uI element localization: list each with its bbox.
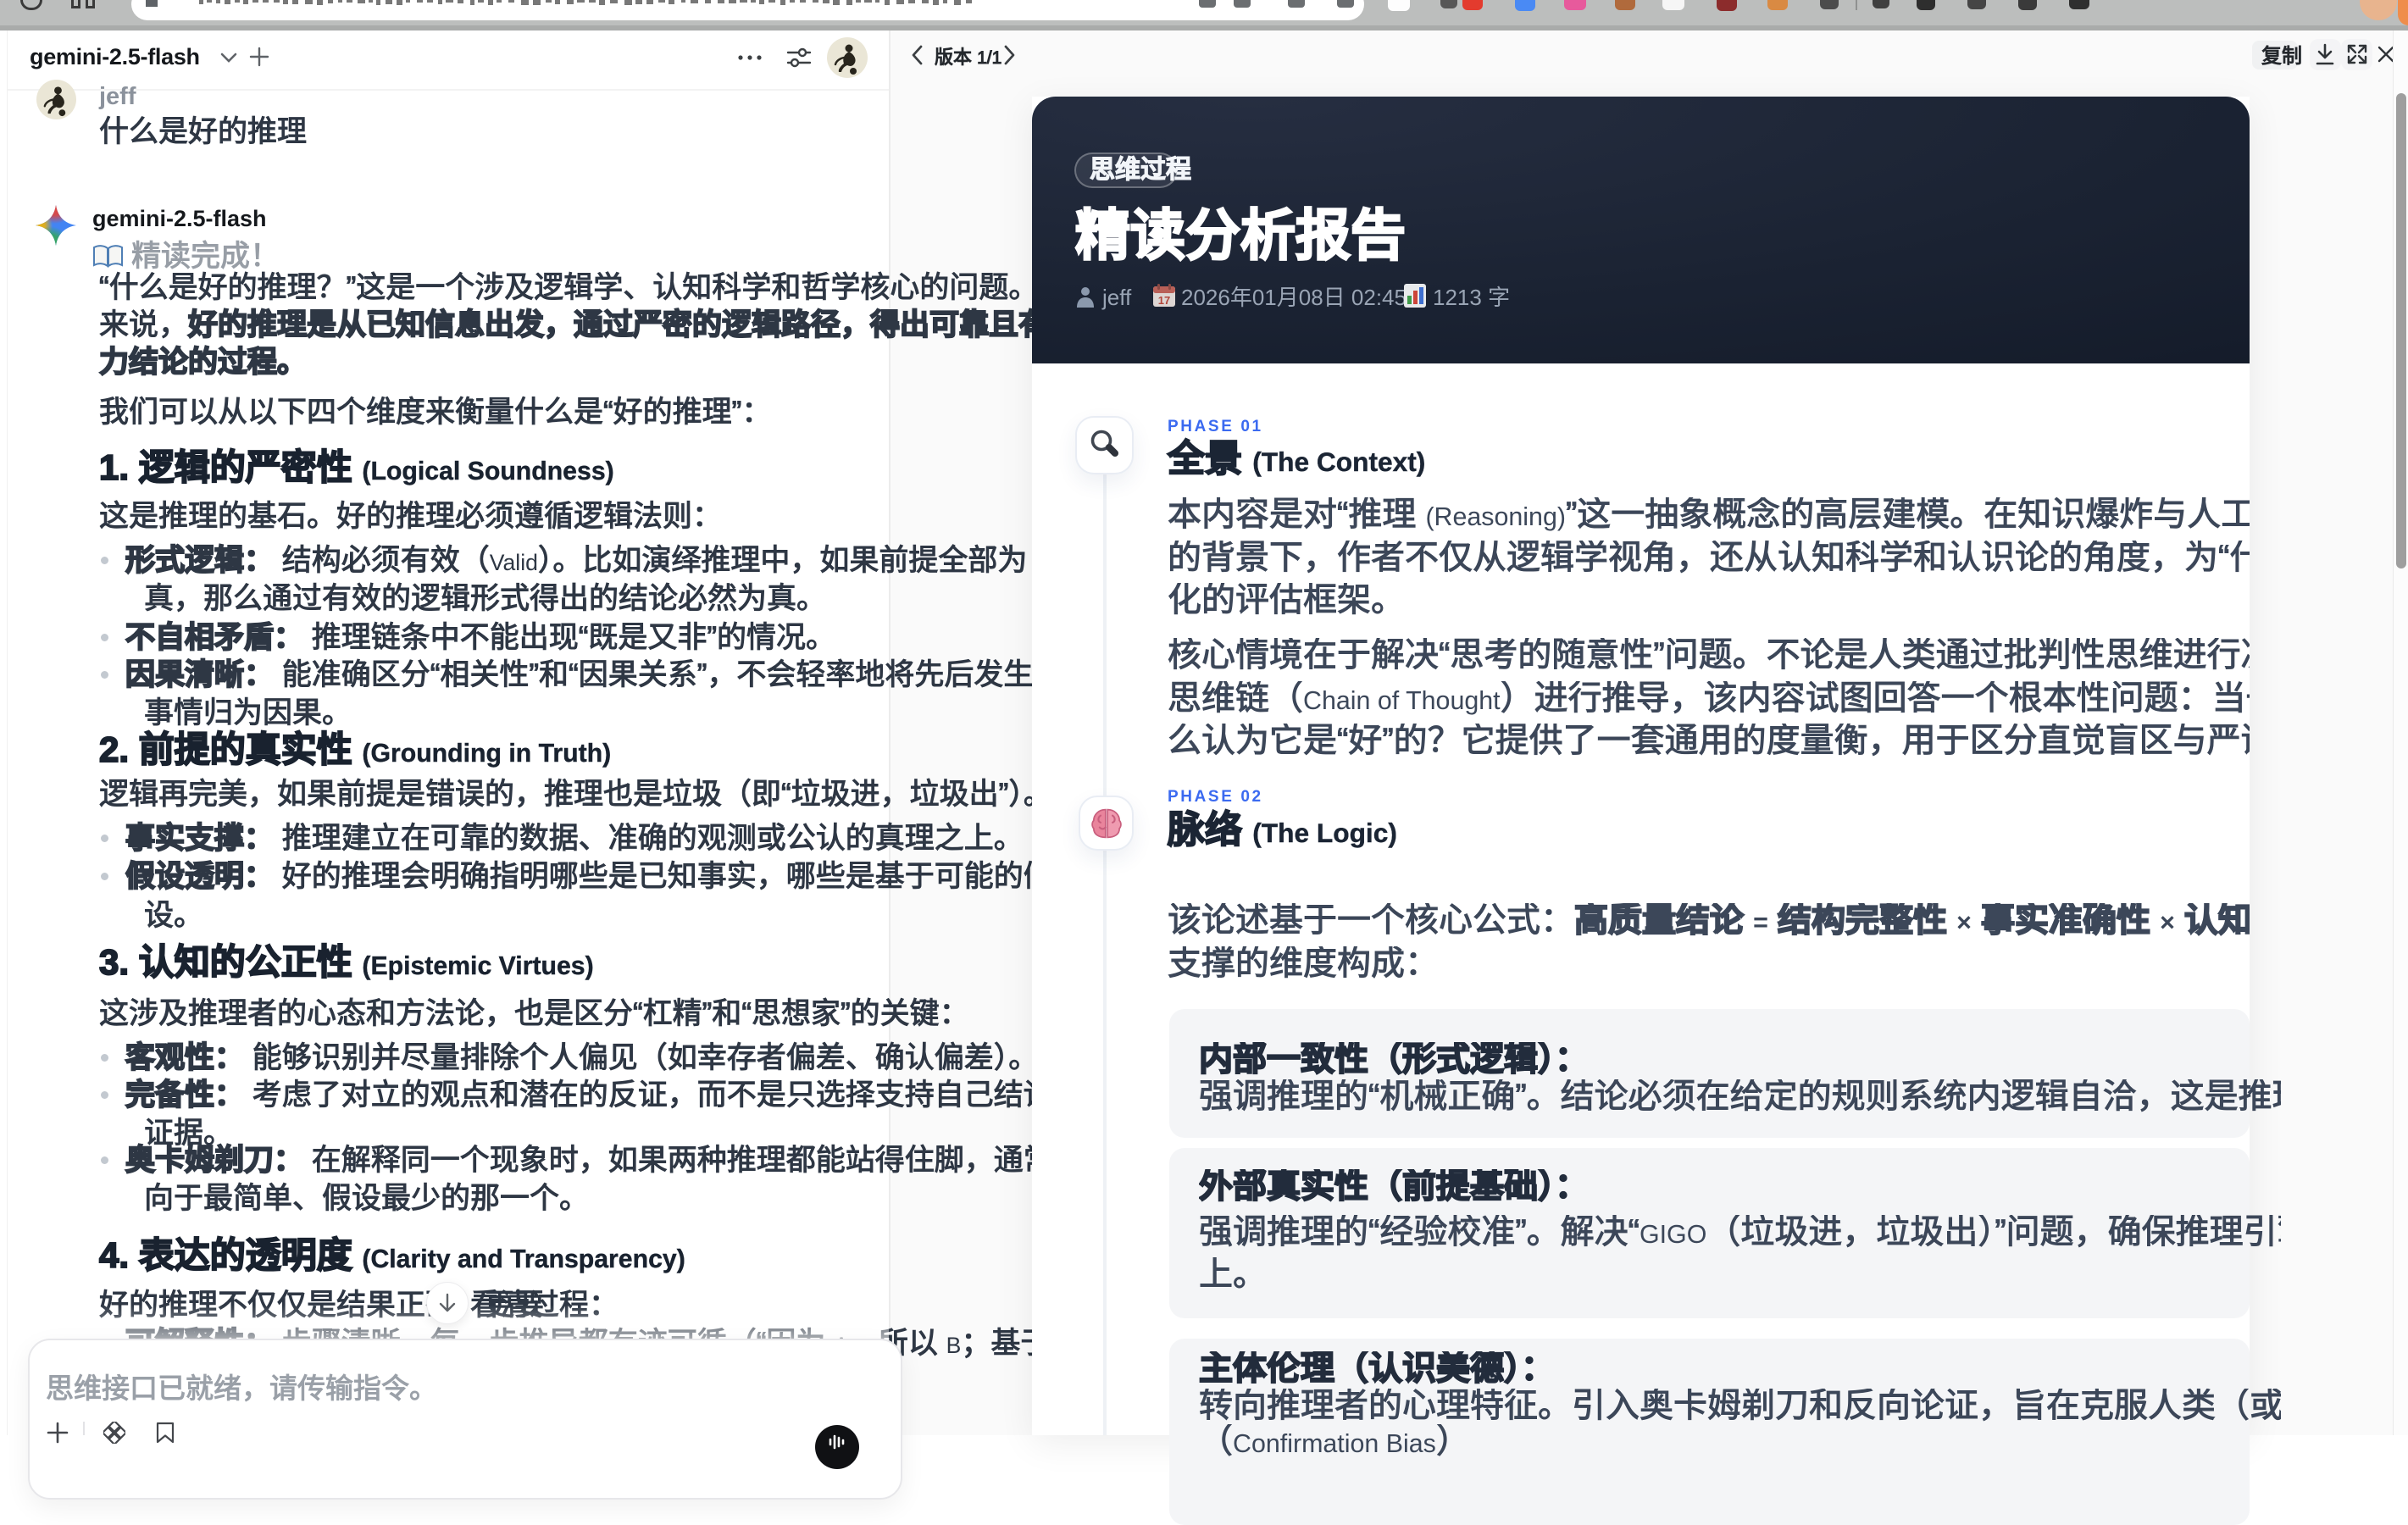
svg-text:17: 17 bbox=[1158, 294, 1170, 307]
